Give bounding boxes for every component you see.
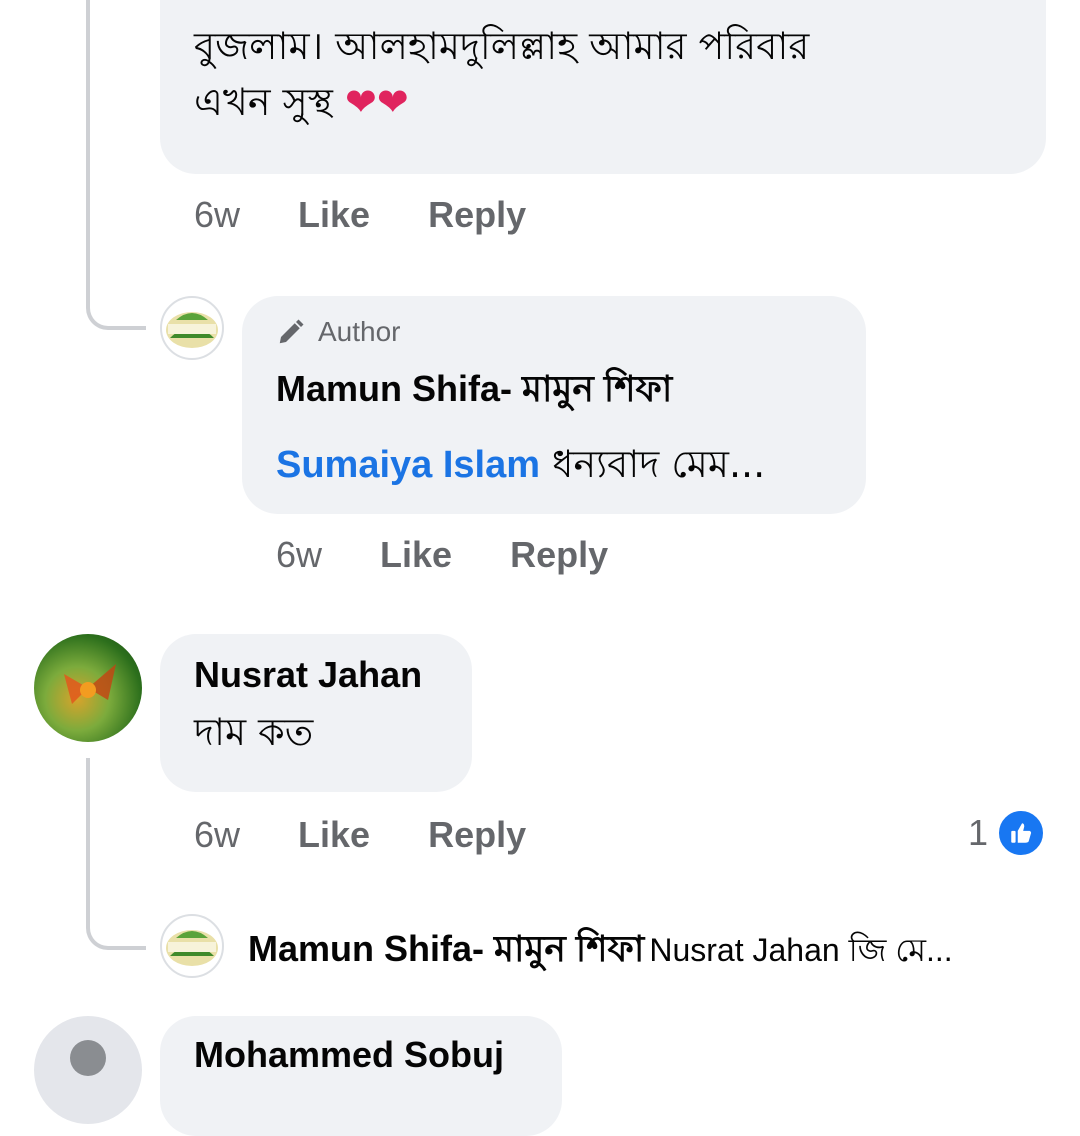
comment-text-preview: Nusrat Jahan জি মে... xyxy=(649,932,953,968)
heart-emoji: ❤❤ xyxy=(344,80,409,124)
reply-button[interactable]: Reply xyxy=(428,194,526,236)
comment-time: 6w xyxy=(194,814,241,855)
mamun-shifa-logo-icon xyxy=(166,930,218,966)
default-user-icon xyxy=(70,1040,106,1076)
avatar[interactable] xyxy=(34,1016,142,1124)
comment-bubble-1: বুজলাম। আলহামদুলিল্লাহ আমার পরিবার এখন স… xyxy=(160,0,1046,174)
mamun-shifa-logo-icon xyxy=(166,312,218,348)
reaction-summary[interactable]: 1 xyxy=(968,808,1047,858)
comment-text: দাম কত xyxy=(194,710,314,754)
comment-actions-2: 6w Like Reply xyxy=(276,534,608,576)
thread-connector-2 xyxy=(86,900,146,950)
thread-line-top xyxy=(86,0,90,300)
comment-time: 6w xyxy=(276,534,323,575)
comment-text-line1: বুজলাম। আলহামদুলিল্লাহ আমার পরিবার xyxy=(194,24,810,68)
comment-text-line2: এখন সুস্থ ❤❤ xyxy=(194,80,409,124)
comment-text: Sumaiya Islam ধন্যবাদ মেম... xyxy=(276,442,766,486)
collapsed-reply[interactable]: Mamun Shifa- মামুন শিফা Nusrat Jahan জি … xyxy=(248,922,953,982)
avatar[interactable] xyxy=(34,634,142,742)
comment-author-name[interactable]: Mamun Shifa- মামুন শিফা xyxy=(248,928,644,969)
reply-button[interactable]: Reply xyxy=(510,534,608,576)
like-button[interactable]: Like xyxy=(298,814,370,856)
comment-bubble-3: Nusrat Jahan দাম কত xyxy=(160,634,472,792)
thread-connector-1 xyxy=(86,280,146,330)
like-button[interactable]: Like xyxy=(380,534,452,576)
comment-author-name[interactable]: Mohammed Sobuj xyxy=(194,1034,562,1076)
comment-bubble-2: Author Mamun Shifa- মামুন শিফা Sumaiya I… xyxy=(242,296,866,514)
comment-author-name[interactable]: Nusrat Jahan xyxy=(194,654,472,696)
reply-button[interactable]: Reply xyxy=(428,814,526,856)
avatar[interactable] xyxy=(160,296,224,360)
mention-link[interactable]: Sumaiya Islam xyxy=(276,444,540,486)
butterfly-flower-icon xyxy=(64,664,116,704)
comment-actions-3: 6w Like Reply xyxy=(194,814,526,856)
comment-actions-1: 6w Like Reply xyxy=(194,194,526,236)
comment-bubble-5: Mohammed Sobuj xyxy=(160,1016,562,1136)
pencil-icon xyxy=(279,319,304,344)
comment-author-name[interactable]: Mamun Shifa- মামুন শিফা xyxy=(276,362,866,422)
author-badge-label: Author xyxy=(318,316,401,347)
author-badge: Author xyxy=(276,316,866,348)
thread-line-mid xyxy=(86,758,90,918)
like-button[interactable]: Like xyxy=(298,194,370,236)
avatar[interactable] xyxy=(160,914,224,978)
reaction-count: 1 xyxy=(968,812,989,853)
comment-time: 6w xyxy=(194,194,241,235)
thumbs-up-icon xyxy=(996,808,1047,858)
